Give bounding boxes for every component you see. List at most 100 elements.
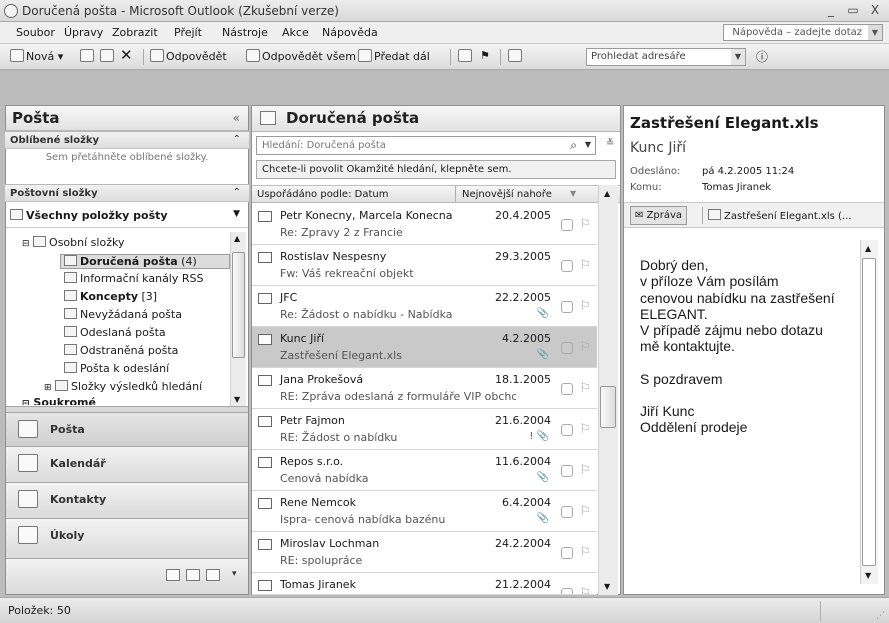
flag-icon[interactable]: ⚐ — [579, 217, 591, 232]
folder-tree-scrollbar[interactable]: ▲ ▼ — [230, 232, 246, 406]
follow-up-flag-button[interactable]: ⚑ — [480, 49, 490, 62]
message-row[interactable]: Rostislav Nespesny Fw: Váš rekreační obje… — [252, 245, 597, 286]
message-row[interactable]: Tomas Jiranek 21.2.2004 ⚐ — [252, 573, 597, 595]
sort-order-button[interactable]: Nejnovější nahoře — [462, 189, 552, 200]
menu-upravy[interactable]: Úpravy — [64, 26, 103, 39]
menu-nastroje[interactable]: Nástroje — [222, 26, 268, 39]
chevron-up-icon[interactable]: ⌃ — [233, 187, 241, 198]
expand-plus-icon[interactable]: ⊞ — [44, 383, 52, 393]
search-address-books-input[interactable]: Prohledat adresáře ▼ — [586, 48, 746, 66]
message-tab[interactable]: ✉ Zpráva — [630, 206, 688, 225]
notes-icon[interactable] — [166, 569, 180, 581]
menu-soubor[interactable]: Soubor — [16, 26, 55, 39]
scroll-down-arrow-icon[interactable]: ▼ — [604, 582, 610, 591]
flag-icon[interactable]: ⚐ — [579, 586, 591, 594]
folder-list-icon[interactable] — [186, 569, 200, 581]
instant-search-input[interactable]: Hledání: Doručená pošta ⌕ ▼ — [256, 136, 596, 155]
message-row[interactable]: Rene Nemcok Ispra- cenová nabídka bazénu 6… — [252, 491, 597, 532]
address-book-button[interactable] — [508, 49, 524, 63]
chevron-down-icon[interactable]: ▼ — [585, 140, 591, 149]
move-to-folder-button[interactable] — [100, 49, 116, 63]
help-button[interactable]: ⓘ — [756, 48, 768, 65]
nav-button-mail[interactable]: Pošta — [6, 412, 248, 446]
help-question-input[interactable]: Nápověda – zadejte dotaz ▼ — [723, 24, 883, 41]
message-row[interactable]: JFC Re: Žádost o nabídku - Nabídka 22.2.20… — [252, 286, 597, 327]
category-box[interactable] — [561, 301, 573, 313]
nav-button-tasks[interactable]: Úkoly — [6, 518, 248, 558]
message-row[interactable]: Repos s.r.o. Cenová nabídka 11.6.2004 📎 ⚐ — [252, 450, 597, 491]
category-box[interactable] — [561, 383, 573, 395]
scroll-up-arrow-icon[interactable]: ▲ — [234, 234, 240, 243]
menu-napoveda[interactable]: Nápověda — [322, 26, 378, 39]
expand-query-icon[interactable]: ≚ — [606, 138, 614, 149]
message-row[interactable]: Jana Prokešová RE: Zpráva odeslaná z form… — [252, 368, 597, 409]
collapse-pane-button[interactable]: « — [233, 111, 240, 125]
attachment-tab[interactable]: Zastřešení Elegant.xls (... — [708, 209, 852, 222]
resize-grip-icon[interactable]: ⋰ — [876, 611, 885, 621]
all-mail-items-dropdown[interactable]: Všechny položky pošty ▼ — [6, 204, 248, 228]
maximize-button[interactable]: ▭ — [843, 3, 863, 19]
mail-folders-header[interactable]: Poštovní složky ⌃ — [5, 184, 249, 202]
collapse-minus-icon[interactable]: ⊟ — [22, 239, 30, 249]
category-box[interactable] — [561, 465, 573, 477]
tree-item-rss[interactable]: Informační kanály RSS — [64, 272, 203, 285]
chevron-down-icon[interactable]: ▼ — [731, 49, 745, 65]
tree-item-deleted[interactable]: Odstraněná pošta — [64, 344, 178, 357]
message-list-scrollbar[interactable]: ▲ ▼ — [598, 185, 618, 595]
chevron-down-icon[interactable]: ▼ — [868, 25, 882, 40]
to-value[interactable]: Tomas Jiranek — [702, 182, 771, 193]
tree-item-outbox[interactable]: Pošta k odeslání — [64, 362, 169, 375]
message-row[interactable]: Petr Fajmon RE: Žádost o nabídku 21.6.2004… — [252, 409, 597, 450]
category-box[interactable] — [561, 219, 573, 231]
category-box[interactable] — [561, 424, 573, 436]
category-box[interactable] — [561, 547, 573, 559]
chevron-down-icon[interactable]: ▼ — [233, 209, 240, 219]
reading-sender[interactable]: Kunc Jiří — [630, 140, 686, 156]
scroll-thumb[interactable] — [600, 386, 616, 428]
tree-item-search-folders[interactable]: ⊞ Složky výsledků hledání — [44, 380, 202, 393]
flag-icon[interactable]: ⚐ — [579, 381, 591, 396]
category-box[interactable] — [561, 342, 573, 354]
scroll-up-arrow-icon[interactable]: ▲ — [865, 244, 871, 253]
categorize-button[interactable] — [458, 49, 474, 63]
scroll-thumb[interactable] — [862, 258, 876, 566]
flag-icon[interactable]: ⚐ — [579, 504, 591, 519]
minimize-button[interactable]: _ — [821, 3, 841, 19]
new-button[interactable]: Nová ▾ — [10, 49, 63, 63]
tree-item-inbox[interactable]: Doručená pošta (4) — [60, 254, 230, 269]
menu-zobrazit[interactable]: Zobrazit — [112, 26, 158, 39]
scroll-down-arrow-icon[interactable]: ▼ — [234, 395, 240, 404]
reply-button[interactable]: Odpovědět — [150, 49, 227, 63]
reading-pane-scrollbar[interactable]: ▲ ▼ — [860, 240, 878, 584]
category-box[interactable] — [561, 506, 573, 518]
flag-icon[interactable]: ⚐ — [579, 299, 591, 314]
arranged-by-column[interactable]: Uspořádáno podle: Datum — [257, 189, 388, 200]
chevron-up-icon[interactable]: ⌃ — [233, 134, 241, 145]
nav-button-calendar[interactable]: Kalendář — [6, 446, 248, 482]
close-button[interactable]: X — [865, 3, 885, 19]
flag-icon[interactable]: ⚐ — [579, 463, 591, 478]
category-box[interactable] — [561, 260, 573, 272]
menu-prejit[interactable]: Přejít — [174, 26, 202, 39]
scroll-down-arrow-icon[interactable]: ▼ — [865, 571, 871, 580]
delete-button[interactable]: ✕ — [120, 46, 133, 64]
search-icon[interactable]: ⌕ — [570, 138, 577, 153]
configure-buttons-icon[interactable]: ▾ — [232, 569, 237, 579]
message-row[interactable]: Miroslav Lochman RE: spolupráce 24.2.2004 ⚐ — [252, 532, 597, 573]
tree-item-sent[interactable]: Odeslaná pošta — [64, 326, 166, 339]
nav-button-contacts[interactable]: Kontakty — [6, 482, 248, 518]
shortcuts-icon[interactable] — [206, 569, 220, 581]
reply-all-button[interactable]: Odpovědět všem — [246, 49, 356, 63]
scroll-up-arrow-icon[interactable]: ▲ — [604, 189, 610, 198]
forward-button[interactable]: Předat dál — [358, 49, 430, 63]
message-row[interactable]: Petr Konecny, Marcela Konecna Re: Zpravy … — [252, 204, 597, 245]
collapse-minus-icon[interactable]: ⊟ — [22, 399, 30, 405]
scroll-thumb[interactable] — [232, 252, 245, 358]
outlook-app-icon[interactable] — [4, 4, 18, 18]
favorite-folders-header[interactable]: Oblíbené složky ⌃ — [5, 131, 249, 149]
flag-icon[interactable]: ⚐ — [579, 340, 591, 355]
flag-icon[interactable]: ⚐ — [579, 422, 591, 437]
category-box[interactable] — [561, 588, 573, 594]
tree-item-personal-folders[interactable]: ⊟ Osobní složky — [22, 236, 124, 249]
enable-instant-search-bar[interactable]: Chcete-li povolit Okamžité hledání, klep… — [256, 160, 616, 179]
